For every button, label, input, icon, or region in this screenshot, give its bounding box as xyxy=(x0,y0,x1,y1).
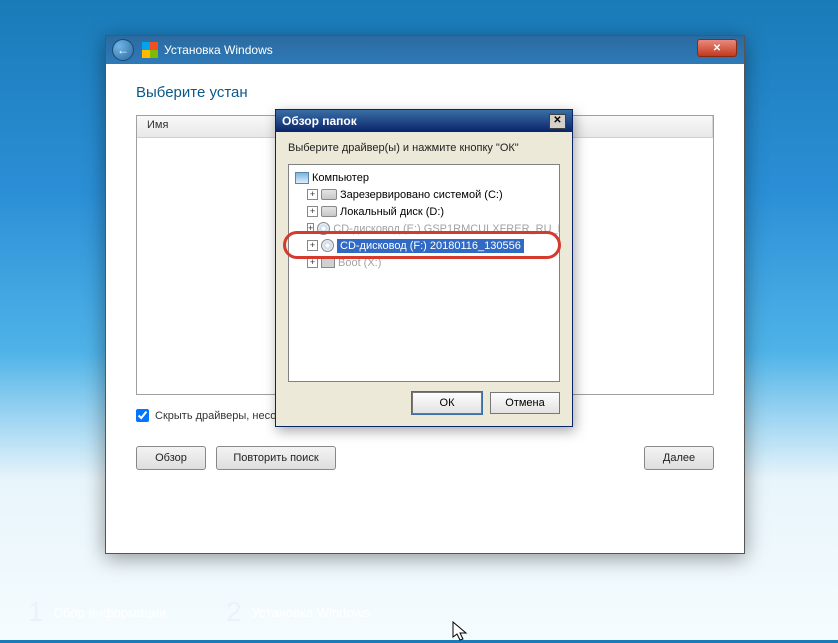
expand-icon[interactable]: + xyxy=(307,206,318,217)
tree-node-drive-c[interactable]: + Зарезервировано системой (C:) xyxy=(291,186,557,203)
dialog-titlebar: Обзор папок ✕ xyxy=(276,110,572,132)
back-button[interactable] xyxy=(112,39,134,61)
tree-label: Boot (X:) xyxy=(338,257,381,269)
tree-node-boot-x[interactable]: + Boot (X:) xyxy=(291,254,557,271)
expand-icon[interactable]: + xyxy=(307,223,314,234)
expand-icon[interactable]: + xyxy=(307,257,318,268)
drive-icon xyxy=(321,257,335,268)
expand-icon[interactable]: + xyxy=(307,189,318,200)
cd-icon xyxy=(321,239,334,252)
step-label: Установка Windows xyxy=(252,605,370,620)
step-number: 2 xyxy=(226,596,242,628)
computer-icon xyxy=(295,172,309,184)
wizard-title: Установка Windows xyxy=(164,43,273,57)
step-number: 1 xyxy=(28,596,44,628)
folder-tree[interactable]: Компьютер + Зарезервировано системой (C:… xyxy=(288,164,560,382)
progress-steps: 1 Сбор информации 2 Установка Windows xyxy=(28,596,370,628)
tree-node-drive-e[interactable]: + CD-дисковод (E:) GSP1RMCULXFRER_RU_DVD xyxy=(291,220,557,237)
dialog-button-row: ОК Отмена xyxy=(276,382,572,426)
dialog-body: Выберите драйвер(ы) и нажмите кнопку "ОК… xyxy=(276,132,572,382)
browse-button[interactable]: Обзор xyxy=(136,446,206,470)
cd-icon xyxy=(317,222,330,235)
tree-label: Компьютер xyxy=(312,172,369,184)
windows-logo-icon xyxy=(142,42,158,58)
dialog-instruction: Выберите драйвер(ы) и нажмите кнопку "ОК… xyxy=(288,142,560,154)
next-button[interactable]: Далее xyxy=(644,446,714,470)
browse-folders-dialog: Обзор папок ✕ Выберите драйвер(ы) и нажм… xyxy=(275,109,573,427)
ok-button[interactable]: ОК xyxy=(412,392,482,414)
wizard-heading: Выберите устан xyxy=(136,84,714,101)
dialog-title: Обзор папок xyxy=(282,114,357,128)
tree-label: Локальный диск (D:) xyxy=(340,206,444,218)
wizard-button-row: Обзор Повторить поиск Далее xyxy=(136,446,714,470)
step-label: Сбор информации xyxy=(54,605,167,620)
tree-node-drive-f[interactable]: + CD-дисковод (F:) 20180116_130556 xyxy=(291,237,557,254)
rescan-button[interactable]: Повторить поиск xyxy=(216,446,336,470)
close-button[interactable]: ✕ xyxy=(697,39,737,57)
expand-icon[interactable]: + xyxy=(307,240,318,251)
drive-icon xyxy=(321,206,337,217)
wizard-titlebar: Установка Windows ✕ xyxy=(106,36,744,64)
drive-icon xyxy=(321,189,337,200)
tree-label: CD-дисковод (F:) 20180116_130556 xyxy=(337,239,524,253)
step-2: 2 Установка Windows xyxy=(226,596,369,628)
tree-node-drive-d[interactable]: + Локальный диск (D:) xyxy=(291,203,557,220)
tree-node-computer[interactable]: Компьютер xyxy=(291,169,557,186)
hide-incompatible-input[interactable] xyxy=(136,409,149,422)
cancel-button[interactable]: Отмена xyxy=(490,392,560,414)
dialog-close-button[interactable]: ✕ xyxy=(549,114,566,129)
tree-label: CD-дисковод (E:) GSP1RMCULXFRER_RU_DVD xyxy=(333,223,560,235)
step-1: 1 Сбор информации xyxy=(28,596,166,628)
tree-label: Зарезервировано системой (C:) xyxy=(340,189,503,201)
